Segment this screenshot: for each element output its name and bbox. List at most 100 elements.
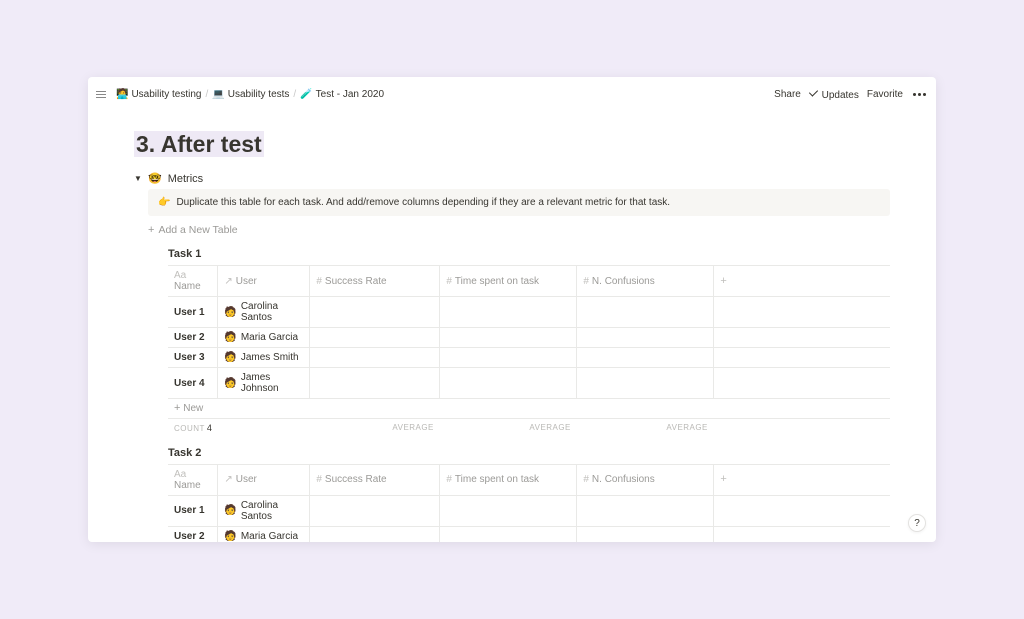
col-header-success[interactable]: #Success Rate xyxy=(310,464,440,495)
breadcrumb-label: Test - Jan 2020 xyxy=(316,89,384,100)
person-icon: 🧑 xyxy=(224,505,236,516)
new-row-button[interactable]: + New xyxy=(168,399,890,419)
number-icon: # xyxy=(446,474,452,485)
table-row[interactable]: User 3 🧑James Smith xyxy=(168,348,890,368)
avg-cell-time[interactable]: AVERAGE xyxy=(440,419,577,435)
cell-user[interactable]: 🧑James Johnson xyxy=(218,368,310,399)
cell-empty[interactable] xyxy=(714,348,890,368)
plus-icon: + xyxy=(148,225,154,236)
share-button[interactable]: Share xyxy=(774,89,801,100)
cell-confusions[interactable] xyxy=(577,297,714,328)
data-table: AaName ↗User #Success Rate #Time spent o… xyxy=(168,464,890,543)
col-header-user[interactable]: ↗User xyxy=(218,464,310,495)
cell-time[interactable] xyxy=(440,297,577,328)
table-title[interactable]: Task 2 xyxy=(168,447,890,459)
table-row[interactable]: User 2 🧑Maria Garcia xyxy=(168,526,890,542)
relation-icon: ↗ xyxy=(224,474,232,485)
cell-time[interactable] xyxy=(440,495,577,526)
cell-empty[interactable] xyxy=(714,526,890,542)
count-cell[interactable]: COUNT4 xyxy=(168,419,218,435)
cell-name[interactable]: User 2 xyxy=(168,328,218,348)
cell-name[interactable]: User 1 xyxy=(168,495,218,526)
triangle-down-icon[interactable]: ▼ xyxy=(134,174,142,183)
cell-time[interactable] xyxy=(440,526,577,542)
cell-user[interactable]: 🧑Maria Garcia xyxy=(218,328,310,348)
table-row[interactable]: User 1 🧑Carolina Santos xyxy=(168,495,890,526)
col-header-name[interactable]: AaName xyxy=(168,464,218,495)
cell-confusions[interactable] xyxy=(577,526,714,542)
col-header-time[interactable]: #Time spent on task xyxy=(440,464,577,495)
more-icon[interactable] xyxy=(911,93,928,96)
add-column-button[interactable]: + xyxy=(714,266,890,297)
metrics-toggle[interactable]: ▼ 🤓 Metrics xyxy=(134,172,890,185)
topbar: 🧑‍💻 Usability testing / 💻 Usability test… xyxy=(88,83,936,105)
table-block-task1: Task 1 AaName ↗User #Success Rate #Time … xyxy=(168,248,890,435)
cell-time[interactable] xyxy=(440,348,577,368)
breadcrumb-item-1[interactable]: 💻 Usability tests xyxy=(212,89,289,100)
breadcrumb-item-2[interactable]: 🧪 Test - Jan 2020 xyxy=(300,89,384,100)
topbar-actions: Share Updates Favorite xyxy=(774,88,928,101)
table-row[interactable]: User 2 🧑Maria Garcia xyxy=(168,328,890,348)
col-header-time[interactable]: #Time spent on task xyxy=(440,266,577,297)
emoji-icon: 🤓 xyxy=(148,172,162,185)
breadcrumb-item-0[interactable]: 🧑‍💻 Usability testing xyxy=(116,89,201,100)
cell-name[interactable]: User 1 xyxy=(168,297,218,328)
col-header-name[interactable]: AaName xyxy=(168,266,218,297)
cell-confusions[interactable] xyxy=(577,495,714,526)
cell-success[interactable] xyxy=(310,348,440,368)
add-table-button[interactable]: + Add a New Table xyxy=(148,224,890,236)
cell-confusions[interactable] xyxy=(577,368,714,399)
person-icon: 🧑 xyxy=(224,307,236,318)
cell-success[interactable] xyxy=(310,495,440,526)
avg-cell-success[interactable]: AVERAGE xyxy=(310,419,440,435)
person-icon: 🧑 xyxy=(224,352,236,363)
add-table-label: Add a New Table xyxy=(158,224,237,236)
help-button[interactable]: ? xyxy=(908,514,926,532)
col-header-success[interactable]: #Success Rate xyxy=(310,266,440,297)
aggregate-row: COUNT4 AVERAGE AVERAGE AVERAGE xyxy=(168,419,890,435)
cell-empty[interactable] xyxy=(714,297,890,328)
updates-button[interactable]: Updates xyxy=(809,88,859,101)
table-row[interactable]: User 4 🧑James Johnson xyxy=(168,368,890,399)
text-icon: Aa xyxy=(174,270,186,281)
cell-confusions[interactable] xyxy=(577,348,714,368)
avg-cell-confusions[interactable]: AVERAGE xyxy=(577,419,714,435)
number-icon: # xyxy=(316,276,322,287)
cell-user[interactable]: 🧑James Smith xyxy=(218,348,310,368)
cell-success[interactable] xyxy=(310,328,440,348)
emoji-icon: 💻 xyxy=(212,89,224,100)
cell-user[interactable]: 🧑Maria Garcia xyxy=(218,526,310,542)
cell-success[interactable] xyxy=(310,368,440,399)
table-title[interactable]: Task 1 xyxy=(168,248,890,260)
number-icon: # xyxy=(583,276,589,287)
number-icon: # xyxy=(446,276,452,287)
metrics-label: Metrics xyxy=(168,173,203,185)
cell-success[interactable] xyxy=(310,297,440,328)
number-icon: # xyxy=(583,474,589,485)
app-frame: 🧑‍💻 Usability testing / 💻 Usability test… xyxy=(88,77,936,542)
table-row[interactable]: User 1 🧑Carolina Santos xyxy=(168,297,890,328)
add-column-button[interactable]: + xyxy=(714,464,890,495)
cell-name[interactable]: User 2 xyxy=(168,526,218,542)
cell-empty[interactable] xyxy=(714,328,890,348)
cell-user[interactable]: 🧑Carolina Santos xyxy=(218,297,310,328)
menu-icon[interactable] xyxy=(96,87,110,101)
cell-success[interactable] xyxy=(310,526,440,542)
breadcrumb-sep: / xyxy=(205,89,208,100)
cell-user[interactable]: 🧑Carolina Santos xyxy=(218,495,310,526)
cell-empty[interactable] xyxy=(714,368,890,399)
cell-empty[interactable] xyxy=(714,495,890,526)
callout-block[interactable]: 👉 Duplicate this table for each task. An… xyxy=(148,189,890,216)
favorite-button[interactable]: Favorite xyxy=(867,89,903,100)
col-header-confusions[interactable]: #N. Confusions xyxy=(577,266,714,297)
callout-text: Duplicate this table for each task. And … xyxy=(176,197,670,208)
updates-label: Updates xyxy=(822,90,859,101)
page-title[interactable]: 3. After test xyxy=(134,131,890,158)
cell-time[interactable] xyxy=(440,328,577,348)
col-header-user[interactable]: ↗User xyxy=(218,266,310,297)
cell-name[interactable]: User 3 xyxy=(168,348,218,368)
cell-name[interactable]: User 4 xyxy=(168,368,218,399)
cell-confusions[interactable] xyxy=(577,328,714,348)
col-header-confusions[interactable]: #N. Confusions xyxy=(577,464,714,495)
cell-time[interactable] xyxy=(440,368,577,399)
